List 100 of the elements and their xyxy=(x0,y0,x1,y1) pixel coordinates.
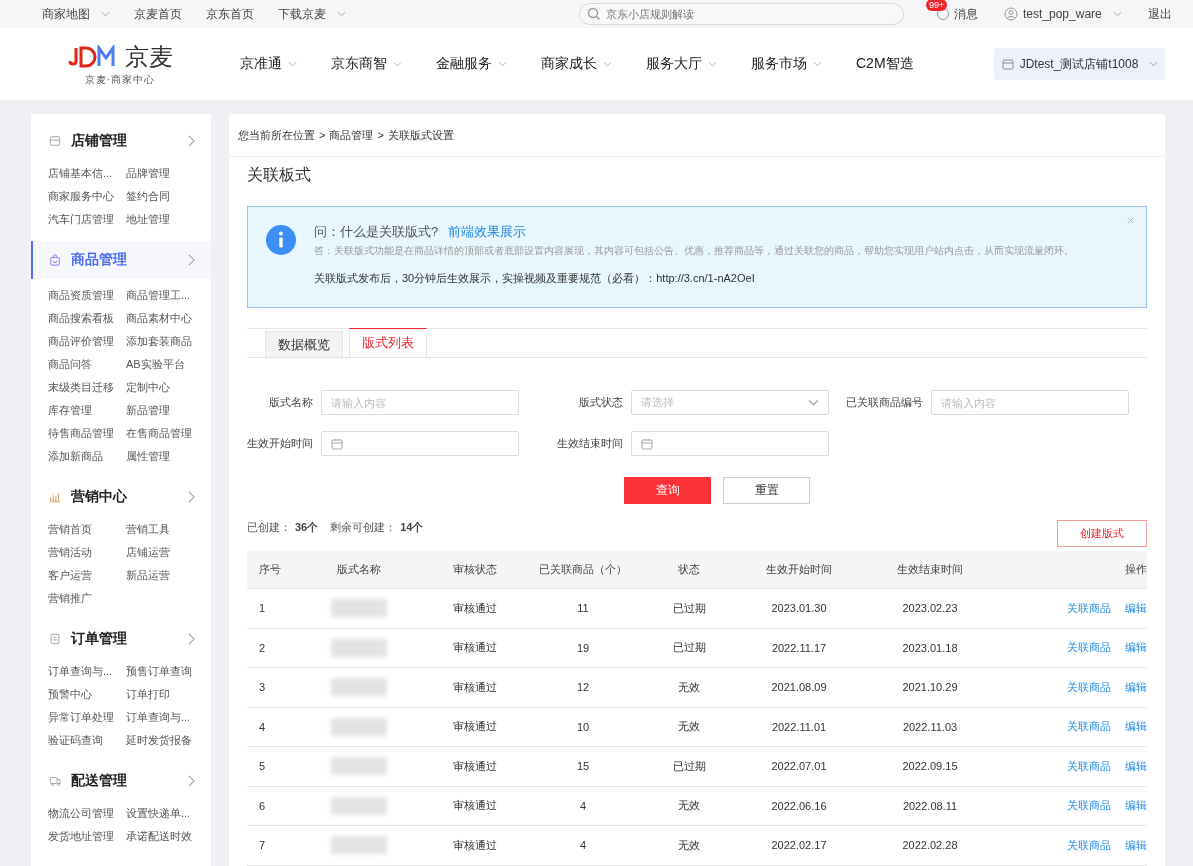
sidebar-item[interactable]: 添加套装商品 xyxy=(126,333,204,349)
sidebar-item[interactable]: 商品素材中心 xyxy=(126,310,204,326)
sidebar-item[interactable]: 预警中心 xyxy=(48,686,126,702)
sidebar-item[interactable]: 营销首页 xyxy=(48,521,126,537)
sidebar-item[interactable]: AB实验平台 xyxy=(126,356,204,372)
preview-link[interactable]: 前端效果展示 xyxy=(448,223,527,241)
sidebar-item[interactable]: 异常订单处理 xyxy=(48,709,126,725)
sidebar-section-header[interactable]: 店铺管理 xyxy=(31,122,211,160)
sidebar-item[interactable]: 待售商品管理 xyxy=(48,425,126,441)
sidebar-item[interactable]: 新品管理 xyxy=(126,402,204,418)
action-link[interactable]: 关联商品 xyxy=(1067,758,1111,774)
action-link[interactable]: 关联商品 xyxy=(1067,837,1111,853)
search-field[interactable]: 京东小店规则解读 xyxy=(579,3,904,25)
action-link[interactable]: 编辑 xyxy=(1125,640,1147,656)
breadcrumb-item[interactable]: 商品管理 xyxy=(329,127,374,143)
sidebar-item[interactable]: 物流公司管理 xyxy=(48,805,126,821)
action-link[interactable]: 编辑 xyxy=(1125,719,1147,735)
sidebar-item[interactable]: 商品问答 xyxy=(48,356,126,372)
action-link[interactable]: 编辑 xyxy=(1125,758,1147,774)
message-icon xyxy=(936,7,950,21)
sidebar-item[interactable]: 订单打印 xyxy=(126,686,204,702)
sidebar-item[interactable]: 库存管理 xyxy=(48,402,126,418)
nav-item[interactable]: 京准通 xyxy=(240,55,297,73)
sidebar-section-header[interactable]: 配送管理 xyxy=(31,762,211,800)
nav-item[interactable]: 金融服务 xyxy=(436,55,507,73)
nav-item[interactable]: C2M智造 xyxy=(856,55,914,73)
sidebar-item[interactable]: 商品评价管理 xyxy=(48,333,126,349)
sidebar-item[interactable]: 验证码查询 xyxy=(48,732,126,748)
input-field[interactable]: 请输入内容 xyxy=(931,390,1129,415)
sidebar-item[interactable]: 客户运营 xyxy=(48,567,126,583)
sidebar-item[interactable]: 延时发货报备 xyxy=(126,732,204,748)
date-field[interactable] xyxy=(321,431,519,456)
input-field[interactable]: 请输入内容 xyxy=(321,390,519,415)
sidebar-item[interactable]: 新品运营 xyxy=(126,567,204,583)
sidebar-item[interactable]: 地址管理 xyxy=(126,211,204,227)
action-link[interactable]: 编辑 xyxy=(1125,600,1147,616)
sidebar-item[interactable]: 店铺运营 xyxy=(126,544,204,560)
nav-item[interactable]: 服务大厅 xyxy=(646,55,717,73)
top-link[interactable]: 京东首页 xyxy=(206,5,254,23)
action-link[interactable]: 编辑 xyxy=(1125,837,1147,853)
sidebar-item[interactable]: 汽车门店管理 xyxy=(48,211,126,227)
reset-button[interactable]: 重置 xyxy=(723,477,810,504)
sidebar-item[interactable]: 店铺基本信... xyxy=(48,165,126,181)
table-cell-text: 2022.06.16 xyxy=(770,799,828,812)
close-icon[interactable] xyxy=(1127,217,1134,224)
filter-label: 版式状态 xyxy=(579,395,623,410)
sidebar-item[interactable]: 属性管理 xyxy=(126,448,204,464)
sidebar-section-header[interactable]: 营销中心 xyxy=(31,478,211,516)
logout-link[interactable]: 退出 xyxy=(1147,5,1172,23)
create-button[interactable]: 创建版式 xyxy=(1057,520,1147,547)
sidebar-item[interactable]: 在售商品管理 xyxy=(126,425,204,441)
sidebar-item[interactable]: 定制中心 xyxy=(126,379,204,395)
breadcrumb-item[interactable]: 关联版式设置 xyxy=(387,127,454,143)
sidebar-item[interactable]: 营销工具 xyxy=(126,521,204,537)
table-cell-text: 无效 xyxy=(677,798,701,814)
top-link[interactable]: 商家地图 xyxy=(42,5,110,23)
action-link[interactable]: 关联商品 xyxy=(1067,798,1111,814)
action-link[interactable]: 编辑 xyxy=(1125,798,1147,814)
nav-item[interactable]: 京东商智 xyxy=(331,55,402,73)
search-button[interactable]: 查询 xyxy=(624,477,711,504)
top-link[interactable]: 京麦首页 xyxy=(134,5,182,23)
chevron-down-icon xyxy=(337,11,346,17)
table-cell-text: 7 xyxy=(258,839,267,852)
table-cell-text: 已过期 xyxy=(671,600,707,616)
sidebar-item[interactable]: 商品资质管理 xyxy=(48,287,126,303)
table-cell-text: 审核通过 xyxy=(452,837,498,853)
tab[interactable]: 数据概览 xyxy=(265,331,343,357)
nav-item[interactable]: 服务市场 xyxy=(751,55,822,73)
date-field[interactable] xyxy=(631,431,829,456)
sidebar-item[interactable]: 承诺配送时效 xyxy=(126,828,204,844)
user-menu[interactable]: test_pop_ware xyxy=(1004,7,1122,21)
tab[interactable]: 版式列表 xyxy=(349,328,427,357)
sidebar-item[interactable]: 末级类目迁移 xyxy=(48,379,126,395)
sidebar-item[interactable]: 订单查询与... xyxy=(126,709,204,725)
sidebar-item[interactable]: 营销活动 xyxy=(48,544,126,560)
action-link[interactable]: 编辑 xyxy=(1125,679,1147,695)
sidebar-item[interactable]: 商品搜索看板 xyxy=(48,310,126,326)
sidebar-item[interactable]: 发货地址管理 xyxy=(48,828,126,844)
table-cell-text: 2022.09.15 xyxy=(901,760,959,773)
sidebar-section-header[interactable]: 商品管理 xyxy=(31,241,211,279)
sidebar-item[interactable]: 设置快递单... xyxy=(126,805,204,821)
table-cell-text: 6 xyxy=(258,799,267,812)
sidebar-section-header[interactable]: 订单管理 xyxy=(31,620,211,658)
sidebar-item[interactable]: 商品管理工... xyxy=(126,287,204,303)
sidebar-item[interactable]: 签约合同 xyxy=(126,188,204,204)
sidebar-item[interactable]: 预售订单查询 xyxy=(126,663,204,679)
filter-label: 生效开始时间 xyxy=(247,436,313,451)
breadcrumb-item[interactable]: 您当前所在位置 xyxy=(238,127,315,143)
shop-selector[interactable]: JDtest_测试店铺t1008 xyxy=(994,48,1165,80)
sidebar-item[interactable]: 商家服务中心 xyxy=(48,188,126,204)
top-link[interactable]: 下载京麦 xyxy=(278,5,346,23)
sidebar-item[interactable]: 订单查询与... xyxy=(48,663,126,679)
action-link[interactable]: 关联商品 xyxy=(1067,679,1111,695)
sidebar-item[interactable]: 添加新商品 xyxy=(48,448,126,464)
sidebar-item[interactable]: 品牌管理 xyxy=(126,165,204,181)
nav-item[interactable]: 商家成长 xyxy=(541,55,612,73)
action-link[interactable]: 关联商品 xyxy=(1067,719,1111,735)
action-link[interactable]: 关联商品 xyxy=(1067,600,1111,616)
sidebar-item[interactable]: 营销推广 xyxy=(48,590,126,606)
action-link[interactable]: 关联商品 xyxy=(1067,640,1111,656)
